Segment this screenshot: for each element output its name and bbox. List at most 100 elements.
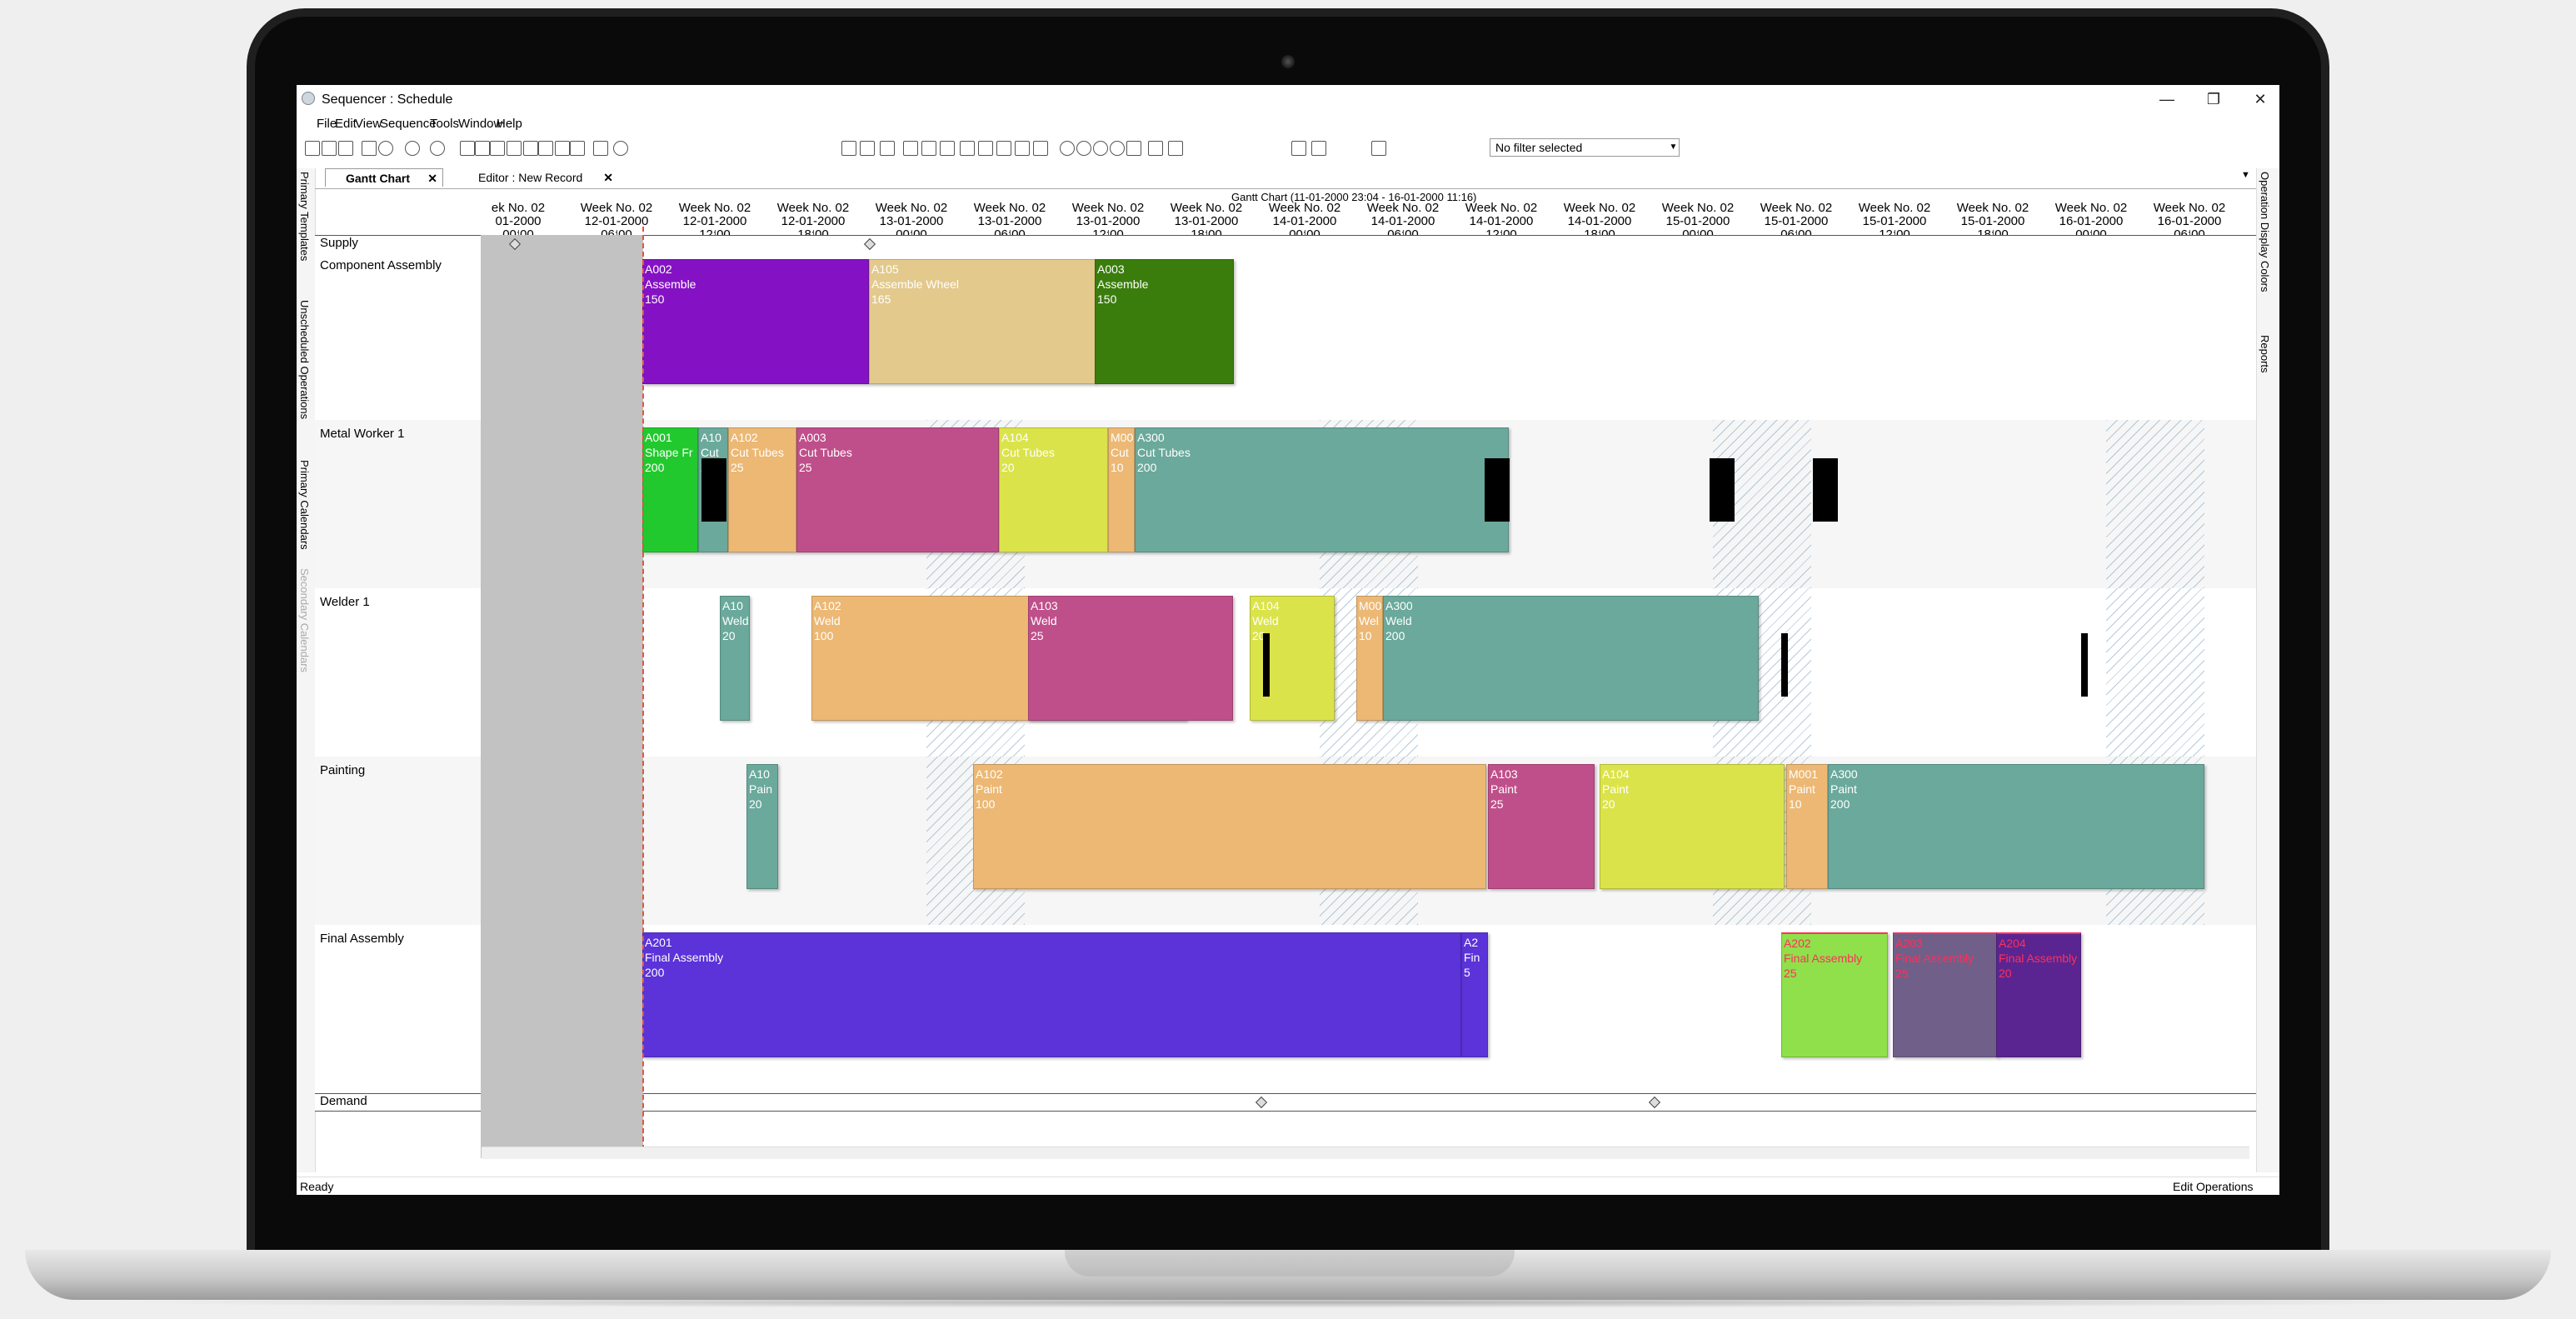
- link-icon[interactable]: [978, 141, 993, 156]
- maximize-button[interactable]: ❐: [2194, 88, 2233, 110]
- operation-bar[interactable]: A10 Pain 20: [746, 764, 778, 889]
- operation-bar[interactable]: A202 Final Assembly 25: [1781, 932, 1888, 1057]
- operation-label: A003 Cut Tubes 25: [799, 430, 852, 475]
- operation-bar[interactable]: A300 Cut Tubes 200: [1135, 427, 1509, 552]
- calendar-icon[interactable]: [960, 141, 975, 156]
- sequence-icon[interactable]: [841, 141, 856, 156]
- sequence-icon[interactable]: [903, 141, 918, 156]
- close-icon[interactable]: ✕: [603, 168, 613, 187]
- chart-icon[interactable]: [538, 141, 553, 156]
- gear-icon[interactable]: [1076, 141, 1091, 156]
- check-icon[interactable]: [1060, 141, 1075, 156]
- operation-bar[interactable]: A103 Paint 25: [1488, 764, 1595, 889]
- tick-date: 15-01-2000: [1960, 214, 2025, 228]
- chart-icon[interactable]: [555, 141, 570, 156]
- operation-id: A202: [1784, 937, 1811, 950]
- operation-bar[interactable]: A203 Final Assembly 25: [1893, 932, 1998, 1057]
- export-icon[interactable]: [322, 141, 337, 156]
- link-icon[interactable]: [996, 141, 1011, 156]
- filter-icon[interactable]: [1311, 141, 1326, 156]
- tab-editor[interactable]: Editor : New Record ✕: [458, 168, 618, 187]
- operation-op: Final Assembly: [1784, 952, 1863, 965]
- help-icon[interactable]: [613, 141, 628, 156]
- menu-edit[interactable]: Edit: [335, 117, 357, 131]
- side-tab-operation-display-colors[interactable]: Operation Display Colors: [2259, 172, 2271, 292]
- operation-bar[interactable]: A104 Cut Tubes 20: [999, 427, 1108, 552]
- operation-op: Wel: [1359, 614, 1379, 627]
- lane-label: Supply: [320, 236, 358, 250]
- side-tab-reports[interactable]: Reports: [2259, 335, 2271, 373]
- sort-icon[interactable]: [880, 141, 895, 156]
- redo-icon[interactable]: [430, 141, 445, 156]
- sequence-icon[interactable]: [860, 141, 875, 156]
- operation-bar[interactable]: A201 Final Assembly 200: [642, 932, 1461, 1057]
- grid-icon[interactable]: [475, 141, 490, 156]
- link-icon[interactable]: [1033, 141, 1048, 156]
- undo-icon[interactable]: [405, 141, 420, 156]
- table-icon[interactable]: [1148, 141, 1163, 156]
- operation-qty: 25: [1895, 967, 1909, 980]
- operation-bar[interactable]: A105 Assemble Wheel 165: [869, 259, 1096, 384]
- filter-icon[interactable]: [1371, 141, 1386, 156]
- side-tab-unscheduled-operations[interactable]: Unscheduled Operations: [298, 300, 311, 419]
- paint-icon[interactable]: [593, 141, 608, 156]
- operation-bar[interactable]: A10 Weld 20: [720, 596, 750, 721]
- calendar-icon[interactable]: [940, 141, 955, 156]
- tab-list-dropdown-icon[interactable]: ▼: [2241, 170, 2250, 180]
- operation-bar[interactable]: A001 Shape Fr 200: [642, 427, 698, 552]
- chevron-down-icon[interactable]: ▼: [1668, 139, 1679, 156]
- operation-bar[interactable]: M001 Paint 10: [1786, 764, 1828, 889]
- operation-bar[interactable]: A003 Assemble 150: [1095, 259, 1234, 384]
- check-icon[interactable]: [378, 141, 393, 156]
- operation-bar[interactable]: M00 Cut 10: [1108, 427, 1135, 552]
- operation-bar[interactable]: A003 Cut Tubes 25: [796, 427, 999, 552]
- operation-op: Weld: [814, 614, 841, 627]
- close-button[interactable]: ✕: [2241, 88, 2279, 110]
- chart-icon[interactable]: [570, 141, 585, 156]
- menu-view[interactable]: View: [355, 117, 382, 131]
- bar-chart-icon[interactable]: [1126, 141, 1141, 156]
- gear-icon[interactable]: [1093, 141, 1108, 156]
- operation-bar[interactable]: A102 Paint 100: [973, 764, 1486, 889]
- link-icon[interactable]: [1015, 141, 1030, 156]
- operation-bar[interactable]: A300 Paint 200: [1828, 764, 2204, 889]
- table-icon[interactable]: [1168, 141, 1183, 156]
- operation-qty: 20: [1999, 967, 2012, 980]
- menu-file[interactable]: File: [317, 117, 337, 131]
- filter-icon[interactable]: [1291, 141, 1306, 156]
- menu-sequence[interactable]: Sequence: [380, 117, 437, 131]
- tab-gantt-chart[interactable]: Gantt Chart ✕: [325, 168, 443, 187]
- operation-id: A10: [701, 431, 721, 444]
- side-tab-primary-calendars[interactable]: Primary Calendars: [298, 460, 311, 550]
- operation-bar[interactable]: A300 Weld 200: [1383, 596, 1759, 721]
- filter-select[interactable]: No filter selected: [1490, 138, 1680, 157]
- calendar-icon[interactable]: [921, 141, 936, 156]
- minimize-button[interactable]: —: [2148, 88, 2186, 110]
- status-bar: Ready Edit Operations: [297, 1177, 2279, 1195]
- operation-bar[interactable]: A102 Cut Tubes 25: [728, 427, 796, 552]
- menu-tools[interactable]: Tools: [430, 117, 459, 131]
- operation-bar[interactable]: A103 Weld 25: [1028, 596, 1233, 721]
- operation-bar[interactable]: A204 Final Assembly 20: [1996, 932, 2081, 1057]
- operation-bar[interactable]: A002 Assemble 150: [642, 259, 869, 384]
- chart-icon[interactable]: [523, 141, 538, 156]
- tick-date: 16-01-2000: [2059, 214, 2124, 228]
- lane-label: Metal Worker 1: [320, 427, 405, 441]
- tick-date: 13-01-2000: [879, 214, 944, 228]
- operation-bar[interactable]: M00 Wel 10: [1356, 596, 1383, 721]
- save-icon[interactable]: [338, 141, 353, 156]
- print-icon[interactable]: [362, 141, 377, 156]
- grid-icon[interactable]: [490, 141, 505, 156]
- tick-week: Week No. 02: [1661, 201, 1735, 215]
- side-tab-secondary-calendars[interactable]: Secondary Calendars: [298, 568, 311, 672]
- open-icon[interactable]: [305, 141, 320, 156]
- operation-bar[interactable]: A2 Fin 5: [1461, 932, 1488, 1057]
- grid-icon[interactable]: [460, 141, 475, 156]
- horizontal-scrollbar[interactable]: [482, 1147, 2249, 1159]
- menu-help[interactable]: Help: [497, 117, 522, 131]
- chart-icon[interactable]: [507, 141, 522, 156]
- close-icon[interactable]: ✕: [427, 169, 437, 187]
- gear-icon[interactable]: [1110, 141, 1125, 156]
- operation-bar[interactable]: A104 Paint 20: [1600, 764, 1785, 889]
- side-tab-primary-templates[interactable]: Primary Templates: [298, 172, 311, 261]
